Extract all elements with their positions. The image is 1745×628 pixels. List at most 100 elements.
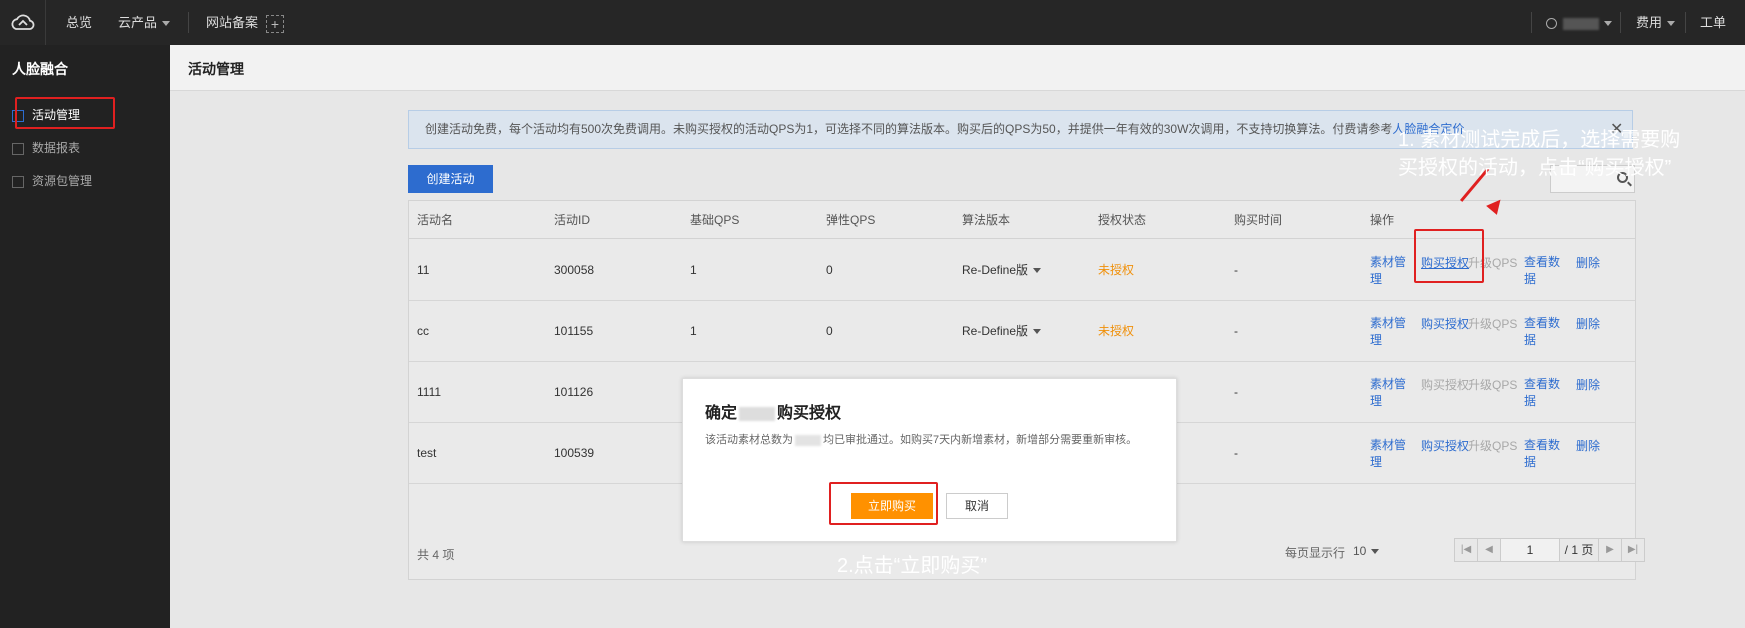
page-title: 活动管理 (188, 61, 244, 77)
material-link[interactable]: 素材管理 (1370, 315, 1406, 349)
annotation-step-2: 2.点击“立即购买” (837, 555, 987, 577)
view-data-link[interactable]: 查看数据 (1524, 315, 1560, 349)
chevron-down-icon (1667, 21, 1676, 27)
total-pages: / 1 页 (1559, 538, 1599, 562)
dialog-title: 确定 购买授权 (705, 399, 841, 423)
view-data-link[interactable]: 查看数据 (1524, 254, 1560, 288)
page-number-input[interactable]: 1 (1500, 538, 1560, 562)
dialog-title-prefix: 确定 (705, 405, 738, 422)
nav-icp[interactable]: 网站备案 + (206, 0, 285, 45)
buy-license-link[interactable]: 购买授权 (1421, 437, 1469, 454)
delete-link[interactable]: 删除 (1576, 315, 1600, 332)
page-size-select[interactable]: 10 (1353, 544, 1380, 558)
version-label: Re-Define版 (962, 324, 1029, 338)
delete-link[interactable]: 删除 (1576, 376, 1600, 393)
cell-purchase-time: - (1234, 324, 1238, 338)
nav-tickets[interactable]: 工单 (1700, 0, 1726, 45)
cell-name: cc (417, 324, 429, 338)
cell-id: 101155 (554, 324, 594, 338)
next-page-icon[interactable]: ▶ (1598, 538, 1622, 562)
cell-status: 未授权 (1098, 324, 1135, 338)
cell-id: 300058 (554, 263, 595, 277)
material-link[interactable]: 素材管理 (1370, 254, 1406, 288)
sidebar-item-label: 数据报表 (32, 141, 81, 155)
view-data-link[interactable]: 查看数据 (1524, 376, 1560, 410)
page-size-value: 10 (1353, 544, 1367, 558)
annotation-step-1: 1. 素材测试完成后，选择需要购买授权的活动，点击“购买授权” (1398, 129, 1681, 179)
view-data-link[interactable]: 查看数据 (1524, 437, 1560, 471)
buy-license-link[interactable]: 购买授权 (1421, 315, 1469, 332)
last-page-icon[interactable]: ▶| (1621, 538, 1645, 562)
nav-billing-label: 费用 (1636, 15, 1663, 30)
report-icon (12, 142, 24, 155)
cell-qps: 1 (690, 263, 697, 277)
material-link[interactable]: 素材管理 (1370, 376, 1406, 410)
chevron-down-icon (1371, 549, 1380, 555)
create-activity-button[interactable]: 创建活动 (408, 165, 493, 193)
chevron-down-icon (1033, 329, 1042, 335)
version-select[interactable]: Re-Define版 (962, 262, 1042, 279)
version-label: Re-Define版 (962, 263, 1029, 277)
first-page-icon[interactable]: |◀ (1454, 538, 1478, 562)
highlight-sidebar-activity (15, 97, 115, 129)
nav-billing-dropdown[interactable]: 费用 (1636, 0, 1676, 45)
cell-purchase-time: - (1234, 385, 1238, 399)
cell-purchase-time: - (1234, 446, 1238, 460)
nav-divider (1620, 12, 1621, 33)
nav-products-label: 云产品 (118, 15, 158, 30)
sidebar-item-data-report[interactable]: 数据报表 (12, 137, 80, 159)
dialog-body-prefix: 该活动素材总数为 (705, 434, 793, 446)
prev-page-icon[interactable]: ◀ (1477, 538, 1501, 562)
sidebar-item-label: 资源包管理 (32, 174, 93, 188)
cell-elastic-qps: 0 (826, 263, 833, 277)
highlight-buy-now (829, 482, 938, 525)
dialog-body: 该活动素材总数为 均已审批通过。如购买7天内新增素材，新增部分需要重新审核。 (705, 431, 1160, 450)
column-header: 授权状态 (1098, 213, 1147, 227)
cell-name: 1111 (417, 385, 442, 399)
page-header: 活动管理 (170, 45, 1745, 91)
nav-divider (188, 12, 189, 33)
package-icon (12, 175, 24, 188)
version-select[interactable]: Re-Define版 (962, 323, 1042, 340)
cell-elastic-qps: 0 (826, 324, 833, 338)
pagination: |◀ ◀ 1 / 1 页 ▶ ▶| (1454, 538, 1645, 562)
nav-divider (1685, 12, 1686, 33)
dialog-title-suffix: 购买授权 (777, 405, 842, 422)
buy-license-link: 购买授权 (1421, 378, 1470, 392)
cell-name: test (417, 446, 437, 460)
sidebar: 人脸融合 活动管理 数据报表 资源包管理 (0, 45, 170, 628)
upgrade-qps-link: 升级QPS (1468, 378, 1518, 392)
cell-status: 未授权 (1098, 263, 1135, 277)
top-navigation-bar: 总览 云产品 网站备案 + 费用 工单 (0, 0, 1745, 45)
chevron-down-icon (162, 21, 171, 27)
cell-name: 11 (417, 263, 430, 277)
add-shortcut-icon[interactable]: + (266, 14, 285, 33)
sidebar-item-resource-package[interactable]: 资源包管理 (12, 170, 92, 192)
nav-products-dropdown[interactable]: 云产品 (118, 0, 171, 45)
column-header: 活动ID (554, 213, 591, 227)
chevron-down-icon (1033, 268, 1042, 274)
nav-icp-label: 网站备案 (206, 15, 259, 30)
masked-text (795, 434, 821, 446)
delete-link[interactable]: 删除 (1576, 254, 1600, 271)
material-link[interactable]: 素材管理 (1370, 437, 1406, 471)
cell-id: 100539 (554, 446, 595, 460)
highlight-buy-license (1414, 229, 1484, 283)
masked-text (739, 406, 776, 421)
table-row: cc 101155 1 0 Re-Define版 未授权 - 素材管理 购买授权… (409, 301, 1635, 362)
cell-id: 101126 (554, 385, 594, 399)
delete-link[interactable]: 删除 (1576, 437, 1600, 454)
cancel-button[interactable]: 取消 (946, 493, 1008, 519)
page-size-label: 每页显示行 (1285, 546, 1346, 560)
nav-divider (1531, 12, 1532, 33)
column-header: 购买时间 (1234, 213, 1283, 227)
total-count: 共 4 项 (417, 548, 455, 562)
nav-overview[interactable]: 总览 (66, 0, 92, 45)
dialog-body-suffix: 均已审批通过。如购买7天内新增素材，新增部分需要重新审核。 (823, 434, 1138, 446)
chevron-down-icon (1604, 21, 1612, 27)
user-icon (1546, 18, 1557, 30)
account-menu[interactable] (1546, 0, 1612, 45)
upgrade-qps-link: 升级QPS (1468, 317, 1518, 331)
column-header: 弹性QPS (826, 213, 876, 227)
cloud-logo-icon[interactable] (0, 0, 46, 45)
